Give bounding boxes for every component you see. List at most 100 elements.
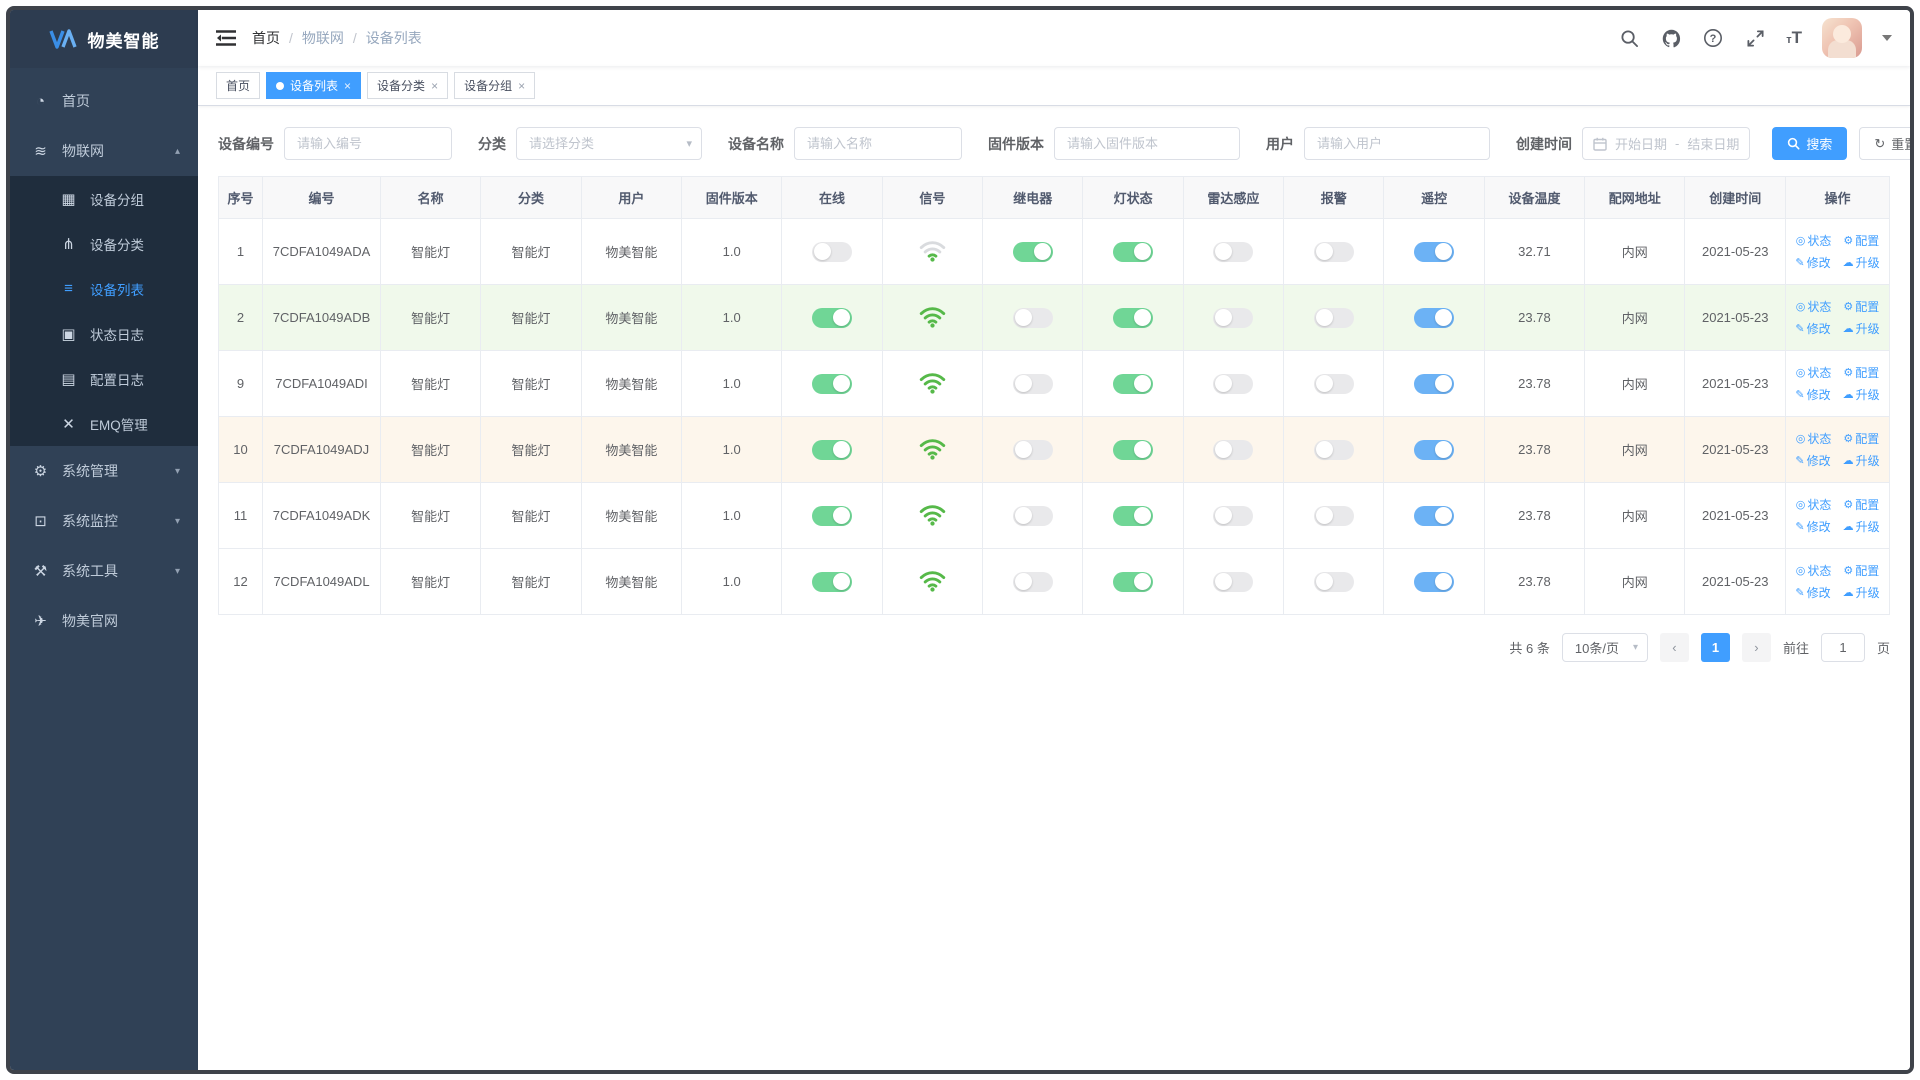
breadcrumb-iot[interactable]: 物联网 bbox=[302, 28, 344, 48]
page-1-button[interactable]: 1 bbox=[1700, 633, 1730, 662]
category-select[interactable]: ▾ bbox=[516, 127, 702, 160]
alarm-toggle[interactable] bbox=[1313, 241, 1354, 262]
logo[interactable]: 物美智能 bbox=[10, 10, 198, 68]
github-icon[interactable] bbox=[1660, 27, 1682, 49]
relay-toggle[interactable] bbox=[1012, 439, 1053, 460]
sidebar-item-home[interactable]: ◔ 首页 bbox=[10, 76, 198, 126]
online-toggle[interactable] bbox=[812, 571, 853, 592]
date-start-placeholder[interactable]: 开始日期 bbox=[1615, 134, 1667, 153]
light-toggle[interactable] bbox=[1113, 307, 1154, 328]
goto-page-input[interactable] bbox=[1820, 633, 1865, 662]
light-toggle[interactable] bbox=[1113, 373, 1154, 394]
online-toggle[interactable] bbox=[812, 505, 853, 526]
action-edit-link[interactable]: ✎ 修改 bbox=[1795, 518, 1830, 535]
action-status-link[interactable]: ◎ 状态 bbox=[1796, 562, 1832, 579]
sidebar-item-emq-admin[interactable]: ✕ EMQ管理 bbox=[10, 401, 198, 446]
next-page-button[interactable]: › bbox=[1741, 633, 1771, 662]
fullscreen-icon[interactable] bbox=[1744, 27, 1766, 49]
alarm-toggle[interactable] bbox=[1313, 307, 1354, 328]
action-status-link[interactable]: ◎ 状态 bbox=[1796, 298, 1832, 315]
help-icon[interactable]: ? bbox=[1702, 27, 1724, 49]
date-end-placeholder[interactable]: 结束日期 bbox=[1687, 134, 1739, 153]
radar-toggle[interactable] bbox=[1213, 373, 1254, 394]
sidebar-item-iot[interactable]: ≋ 物联网 ▴ bbox=[10, 126, 198, 176]
close-icon[interactable]: × bbox=[344, 80, 351, 92]
action-edit-link[interactable]: ✎ 修改 bbox=[1795, 254, 1830, 271]
remote-toggle[interactable] bbox=[1414, 241, 1455, 262]
relay-toggle[interactable] bbox=[1012, 571, 1053, 592]
firmware-input[interactable] bbox=[1054, 127, 1240, 160]
radar-toggle[interactable] bbox=[1213, 439, 1254, 460]
remote-toggle[interactable] bbox=[1414, 571, 1455, 592]
caret-down-icon[interactable] bbox=[1882, 35, 1892, 41]
date-range-picker[interactable]: 开始日期 - 结束日期 bbox=[1582, 127, 1751, 160]
category-select-input[interactable] bbox=[516, 127, 702, 160]
action-edit-link[interactable]: ✎ 修改 bbox=[1795, 452, 1830, 469]
radar-toggle[interactable] bbox=[1213, 241, 1254, 262]
action-upgrade-link[interactable]: ☁ 升级 bbox=[1843, 452, 1880, 469]
relay-toggle[interactable] bbox=[1012, 241, 1053, 262]
tab-设备分类[interactable]: 设备分类 × bbox=[367, 72, 449, 99]
user-input[interactable] bbox=[1304, 127, 1490, 160]
action-config-link[interactable]: ⚙ 配置 bbox=[1843, 232, 1879, 249]
light-toggle[interactable] bbox=[1113, 571, 1154, 592]
close-icon[interactable]: × bbox=[518, 80, 525, 92]
sidebar-item-official-site[interactable]: ✈ 物美官网 bbox=[10, 596, 198, 646]
online-toggle[interactable] bbox=[812, 373, 853, 394]
reset-button[interactable]: ↻ 重置 bbox=[1859, 127, 1910, 160]
page-size-select[interactable]: 10条/页 ▾ bbox=[1561, 633, 1648, 662]
close-icon[interactable]: × bbox=[431, 80, 438, 92]
avatar[interactable] bbox=[1822, 18, 1862, 58]
search-icon[interactable] bbox=[1618, 27, 1640, 49]
search-button[interactable]: 搜索 bbox=[1772, 127, 1848, 160]
remote-toggle[interactable] bbox=[1414, 307, 1455, 328]
action-status-link[interactable]: ◎ 状态 bbox=[1796, 496, 1832, 513]
sidebar-item-device-list[interactable]: ≡ 设备列表 bbox=[10, 266, 198, 311]
action-config-link[interactable]: ⚙ 配置 bbox=[1843, 364, 1879, 381]
action-config-link[interactable]: ⚙ 配置 bbox=[1843, 430, 1879, 447]
action-status-link[interactable]: ◎ 状态 bbox=[1796, 364, 1832, 381]
light-toggle[interactable] bbox=[1113, 505, 1154, 526]
device-name-input[interactable] bbox=[794, 127, 962, 160]
font-size-icon[interactable]: тT bbox=[1786, 28, 1802, 48]
action-edit-link[interactable]: ✎ 修改 bbox=[1795, 584, 1830, 601]
sidebar-item-system-monitor[interactable]: ⊡ 系统监控 ▾ bbox=[10, 496, 198, 546]
remote-toggle[interactable] bbox=[1414, 439, 1455, 460]
remote-toggle[interactable] bbox=[1414, 505, 1455, 526]
light-toggle[interactable] bbox=[1113, 439, 1154, 460]
online-toggle[interactable] bbox=[812, 307, 853, 328]
alarm-toggle[interactable] bbox=[1313, 439, 1354, 460]
tab-首页[interactable]: 首页 bbox=[216, 72, 261, 99]
action-config-link[interactable]: ⚙ 配置 bbox=[1843, 562, 1879, 579]
alarm-toggle[interactable] bbox=[1313, 373, 1354, 394]
light-toggle[interactable] bbox=[1113, 241, 1154, 262]
sidebar-item-system-admin[interactable]: ⚙ 系统管理 ▾ bbox=[10, 446, 198, 496]
alarm-toggle[interactable] bbox=[1313, 505, 1354, 526]
action-upgrade-link[interactable]: ☁ 升级 bbox=[1843, 518, 1880, 535]
online-toggle[interactable] bbox=[812, 241, 853, 262]
prev-page-button[interactable]: ‹ bbox=[1659, 633, 1689, 662]
sidebar-item-device-group[interactable]: ▦ 设备分组 bbox=[10, 176, 198, 221]
relay-toggle[interactable] bbox=[1012, 373, 1053, 394]
radar-toggle[interactable] bbox=[1213, 307, 1254, 328]
action-upgrade-link[interactable]: ☁ 升级 bbox=[1843, 584, 1880, 601]
action-config-link[interactable]: ⚙ 配置 bbox=[1843, 496, 1879, 513]
sidebar-item-device-category[interactable]: ⋔ 设备分类 bbox=[10, 221, 198, 266]
tab-设备分组[interactable]: 设备分组 × bbox=[454, 72, 536, 99]
radar-toggle[interactable] bbox=[1213, 571, 1254, 592]
relay-toggle[interactable] bbox=[1012, 505, 1053, 526]
action-edit-link[interactable]: ✎ 修改 bbox=[1795, 320, 1830, 337]
alarm-toggle[interactable] bbox=[1313, 571, 1354, 592]
action-upgrade-link[interactable]: ☁ 升级 bbox=[1843, 254, 1880, 271]
action-status-link[interactable]: ◎ 状态 bbox=[1796, 430, 1832, 447]
breadcrumb-home[interactable]: 首页 bbox=[252, 28, 280, 48]
sidebar-toggle-icon[interactable] bbox=[216, 29, 236, 47]
sidebar-item-system-tools[interactable]: ⚒ 系统工具 ▾ bbox=[10, 546, 198, 596]
sidebar-item-config-log[interactable]: ▤ 配置日志 bbox=[10, 356, 198, 401]
action-upgrade-link[interactable]: ☁ 升级 bbox=[1843, 386, 1880, 403]
action-status-link[interactable]: ◎ 状态 bbox=[1796, 232, 1832, 249]
tab-设备列表[interactable]: 设备列表 × bbox=[266, 72, 362, 99]
device-no-input[interactable] bbox=[284, 127, 452, 160]
action-config-link[interactable]: ⚙ 配置 bbox=[1843, 298, 1879, 315]
online-toggle[interactable] bbox=[812, 439, 853, 460]
